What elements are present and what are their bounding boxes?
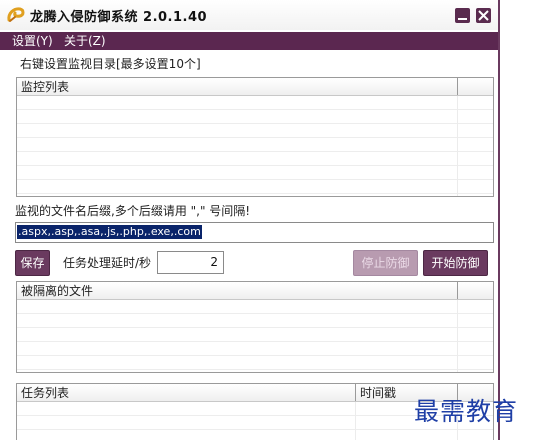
quarantine-list-rows xyxy=(17,300,493,372)
monitor-dir-hint: 右键设置监视目录[最多设置10个] xyxy=(20,57,201,71)
menu-about[interactable]: 关于(Z) xyxy=(64,34,106,48)
menu-bar: 设置(Y) 关于(Z) xyxy=(0,32,500,50)
monitor-list[interactable]: 监控列表 xyxy=(16,77,494,197)
close-icon xyxy=(478,10,489,21)
delay-input[interactable]: 2 xyxy=(157,251,224,274)
close-button[interactable] xyxy=(476,8,491,23)
delay-label: 任务处理延时/秒 xyxy=(63,256,152,270)
watermark-text: 最需教育 xyxy=(414,397,519,426)
window-border xyxy=(498,0,500,440)
window-title: 龙腾入侵防御系统 2.0.1.40 xyxy=(30,10,208,25)
extensions-input[interactable]: .aspx,.asp,.asa,.js,.php,.exe,.com xyxy=(15,222,494,243)
extensions-value: .aspx,.asp,.asa,.js,.php,.exe,.com xyxy=(17,225,202,239)
quarantine-list-header: 被隔离的文件 xyxy=(17,282,493,300)
task-list-column-time[interactable]: 时间戳 xyxy=(360,386,396,400)
start-defense-button[interactable]: 开始防御 xyxy=(423,250,488,276)
menu-settings[interactable]: 设置(Y) xyxy=(12,34,53,48)
save-button[interactable]: 保存 xyxy=(15,250,50,276)
monitor-list-column[interactable]: 监控列表 xyxy=(21,80,69,94)
minimize-button[interactable] xyxy=(455,8,470,23)
extensions-label: 监视的文件名后缀,多个后缀请用 "," 号间隔! xyxy=(15,204,251,218)
quarantine-list[interactable]: 被隔离的文件 xyxy=(16,281,494,373)
monitor-list-header: 监控列表 xyxy=(17,78,493,96)
quarantine-list-column[interactable]: 被隔离的文件 xyxy=(21,284,93,298)
title-bar[interactable]: 龙腾入侵防御系统 2.0.1.40 xyxy=(0,0,500,30)
delay-value: 2 xyxy=(210,255,218,269)
task-list-column-task[interactable]: 任务列表 xyxy=(21,386,69,400)
app-window: 龙腾入侵防御系统 2.0.1.40 设置(Y) 关于(Z) 右键设置监视目录[最… xyxy=(0,0,500,440)
stop-defense-button[interactable]: 停止防御 xyxy=(353,250,418,276)
monitor-list-rows xyxy=(17,96,493,196)
dragon-logo-icon xyxy=(6,5,26,25)
